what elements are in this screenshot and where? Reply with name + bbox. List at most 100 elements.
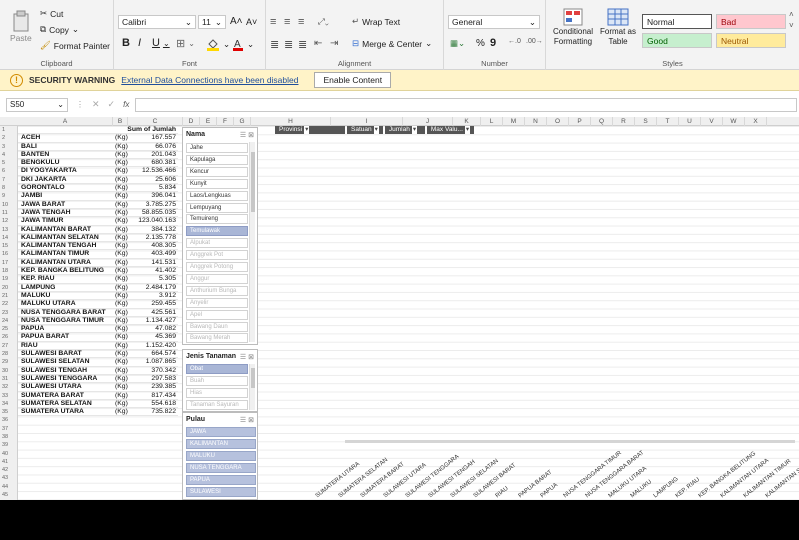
enable-content-button[interactable]: Enable Content (314, 72, 392, 88)
slicer-item[interactable]: Hias (186, 388, 248, 398)
row-header-17[interactable]: 17 (0, 259, 17, 267)
row-header-5[interactable]: 5 (0, 159, 17, 167)
borders-button[interactable]: ⊞ ⌄ (176, 37, 195, 50)
table-row[interactable]: SUMATERA UTARA (Kg) 735.822 (18, 408, 178, 417)
column-header-m[interactable]: M (503, 117, 525, 126)
row-header-21[interactable]: 21 (0, 292, 17, 300)
table-row[interactable]: MALUKU (Kg) 3.912 (18, 292, 178, 301)
slicer-pulau[interactable]: Pulau ☰ ⊠ JAWA KALIMANTAN MALUKU NUSA TENGG… (182, 412, 258, 500)
cell-style-bad[interactable]: Bad (716, 14, 786, 29)
slicer-item[interactable]: Laos/Lengkuas (186, 190, 248, 201)
increase-decimal-button[interactable]: ←.0 (508, 38, 521, 45)
align-right-button[interactable]: ≣ (298, 38, 307, 51)
row-header-20[interactable]: 20 (0, 284, 17, 292)
slicer-item[interactable]: Buah (186, 376, 248, 386)
align-left-button[interactable]: ≣ (270, 38, 279, 51)
row-header-18[interactable]: 18 (0, 267, 17, 275)
row-header-44[interactable]: 44 (0, 483, 17, 491)
fill-color-button[interactable]: ⌄ (206, 37, 230, 51)
table-row[interactable]: PAPUA BARAT (Kg) 45.369 (18, 333, 178, 342)
percent-button[interactable]: % (476, 38, 485, 49)
row-header-36[interactable]: 36 (0, 416, 17, 424)
table-row[interactable]: KEP. RIAU (Kg) 5.305 (18, 275, 178, 284)
filter-dropdown-icon[interactable]: ▾ (304, 126, 310, 134)
slicer-item[interactable]: SULAWESI (186, 487, 256, 497)
scrollbar-thumb[interactable] (251, 368, 255, 388)
row-header-39[interactable]: 39 (0, 441, 17, 449)
row-header-14[interactable]: 14 (0, 234, 17, 242)
column-header-k[interactable]: K (453, 117, 481, 126)
table-row[interactable]: BALI (Kg) 66.076 (18, 143, 178, 151)
name-box[interactable]: S50 ⌄ (6, 97, 68, 112)
slicer-item[interactable]: Anyelir (186, 297, 248, 308)
formula-input[interactable] (135, 97, 797, 112)
slicer-item[interactable]: Kunyit (186, 178, 248, 189)
row-header-41[interactable]: 41 (0, 458, 17, 466)
slicer-item[interactable]: Kencur (186, 166, 248, 177)
column-header-v[interactable]: V (701, 117, 723, 126)
table-row[interactable]: KALIMANTAN TENGAH (Kg) 408.305 (18, 242, 178, 251)
table-row[interactable]: DKI JAKARTA (Kg) 25.606 (18, 176, 178, 185)
column-header-e[interactable]: E (200, 117, 217, 126)
table-row[interactable]: NUSA TENGGARA TIMUR (Kg) 1.134.427 (18, 317, 178, 326)
copy-button[interactable]: ⧉ Copy ⌄ (40, 24, 79, 35)
row-header-2[interactable]: 2 (0, 134, 17, 142)
row-header-24[interactable]: 24 (0, 317, 17, 325)
table-row[interactable]: SULAWESI TENGGARA (Kg) 297.583 (18, 375, 178, 384)
table-row[interactable]: LAMPUNG (Kg) 2.484.179 (18, 284, 178, 292)
cut-button[interactable]: ✂ Cut (40, 8, 63, 19)
paste-button[interactable]: Paste (10, 10, 32, 43)
slicer-item[interactable]: PAPUA (186, 475, 256, 485)
row-header-35[interactable]: 35 (0, 408, 17, 416)
table-row[interactable]: SULAWESI BARAT (Kg) 664.574 (18, 350, 178, 359)
row-header-33[interactable]: 33 (0, 392, 17, 400)
decrease-decimal-button[interactable]: .00→ (526, 38, 543, 45)
row-header-32[interactable]: 32 (0, 383, 17, 391)
cell-style-good[interactable]: Good (642, 33, 712, 48)
table-row[interactable]: KALIMANTAN SELATAN (Kg) 2.135.778 (18, 234, 178, 243)
align-bottom-button[interactable]: ≡ (298, 16, 304, 28)
row-header-26[interactable]: 26 (0, 333, 17, 341)
row-header-34[interactable]: 34 (0, 400, 17, 408)
column-header-b[interactable]: B (113, 117, 128, 126)
table-row[interactable]: PAPUA (Kg) 47.082 (18, 325, 178, 334)
table-row[interactable]: DI YOGYAKARTA (Kg) 12.536.466 (18, 167, 178, 176)
row-header-29[interactable]: 29 (0, 358, 17, 366)
column-header-f[interactable]: F (217, 117, 234, 126)
row-header-4[interactable]: 4 (0, 151, 17, 159)
table-row[interactable]: SUMATERA SELATAN (Kg) 554.618 (18, 400, 178, 409)
underline-button[interactable]: U ⌄ (152, 37, 170, 49)
row-header-25[interactable]: 25 (0, 325, 17, 333)
row-header-27[interactable]: 27 (0, 342, 17, 350)
slicer-item[interactable]: Apel (186, 309, 248, 320)
slicer-item[interactable]: MALUKU (186, 451, 256, 461)
row-header-8[interactable]: 8 (0, 184, 17, 192)
slicer-item[interactable]: JAWA (186, 427, 256, 437)
slicer-item[interactable]: Alpukat (186, 238, 248, 249)
cell-style-normal[interactable]: Normal (642, 14, 712, 29)
filter-dropdown-icon[interactable]: ▾ (373, 126, 379, 134)
multiselect-icon[interactable]: ☰ ⊠ (240, 416, 254, 424)
comma-style-button[interactable]: 9 (490, 37, 496, 49)
column-header-l[interactable]: L (481, 117, 503, 126)
table-row[interactable]: KALIMANTAN BARAT (Kg) 384.132 (18, 226, 178, 234)
bold-button[interactable]: B (122, 37, 130, 49)
table-row[interactable]: SULAWESI UTARA (Kg) 239.385 (18, 383, 178, 392)
row-header-3[interactable]: 3 (0, 143, 17, 151)
row-header-1[interactable]: 1 (0, 126, 17, 134)
table-row[interactable]: RIAU (Kg) 1.152.420 (18, 342, 178, 351)
column-header-j[interactable]: J (403, 117, 453, 126)
merge-center-button[interactable]: ⊟ Merge & Center ⌄ (352, 38, 432, 49)
column-header-a[interactable]: A (18, 117, 113, 126)
column-header-t[interactable]: T (657, 117, 679, 126)
row-header-42[interactable]: 42 (0, 466, 17, 474)
column-header-g[interactable]: G (234, 117, 251, 126)
accounting-format-button[interactable]: ▦⌄ (450, 38, 465, 49)
slicer-scrollbar[interactable] (249, 142, 255, 342)
slicer-item[interactable]: Lempuyang (186, 202, 248, 213)
scrollbar-thumb[interactable] (251, 152, 255, 212)
table-row[interactable]: BANTEN (Kg) 201.043 (18, 151, 178, 160)
increase-indent-button[interactable]: ⇥ (330, 38, 338, 49)
styles-gallery-scroll[interactable]: ˄ ˅ (789, 10, 794, 30)
table-row[interactable]: JAWA TENGAH (Kg) 58.855.035 (18, 209, 178, 218)
